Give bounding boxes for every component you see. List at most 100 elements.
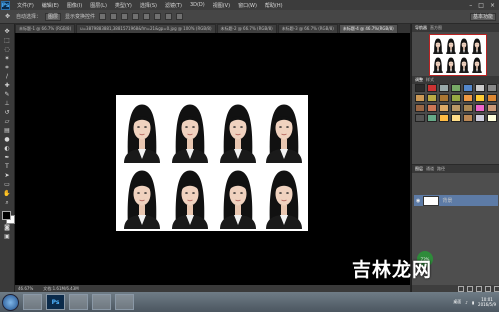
style-swatch[interactable] (451, 94, 461, 102)
screen-mode-icon[interactable]: ▣ (3, 233, 12, 240)
pen-icon[interactable]: ✒ (3, 154, 12, 161)
history-brush-icon[interactable]: ↺ (3, 109, 12, 116)
menu-filter[interactable]: 滤镜(T) (161, 2, 186, 9)
tab-adjustments[interactable]: 调整 (415, 77, 423, 83)
zoom-icon[interactable]: ⌕ (3, 199, 12, 206)
gradient-icon[interactable]: ▤ (3, 127, 12, 134)
style-swatch[interactable] (439, 94, 449, 102)
start-button[interactable] (2, 293, 19, 311)
menu-type[interactable]: 类型(Y) (111, 2, 136, 9)
taskbar-app-other[interactable] (115, 294, 134, 310)
style-swatch[interactable] (415, 84, 425, 92)
eye-icon[interactable]: ◉ (416, 198, 420, 204)
menu-help[interactable]: 帮助(H) (261, 2, 287, 9)
style-swatch[interactable] (439, 84, 449, 92)
style-swatch[interactable] (415, 94, 425, 102)
tab-channels[interactable]: 通道 (426, 166, 434, 172)
tab-histogram[interactable]: 直方图 (430, 25, 442, 31)
tab-doc-4[interactable]: 未标题-3 @ 66.7% (RGB/8) (277, 24, 338, 33)
tray-desktop-label[interactable]: 桌面 (453, 299, 461, 305)
menu-window[interactable]: 窗口(W) (234, 2, 261, 9)
menu-select[interactable]: 选择(S) (136, 2, 161, 9)
align-right-icon[interactable] (154, 13, 162, 20)
style-swatch[interactable] (475, 104, 485, 112)
taskbar-app-photoshop[interactable]: Ps (46, 294, 65, 310)
tab-doc-3[interactable]: 未标题-2 @ 66.7% (RGB/8) (216, 24, 277, 33)
lasso-icon[interactable]: ◌ (3, 46, 12, 53)
tab-doc-2[interactable]: u=3879883881,3881571968&fm=21&gp=0.jpg @… (76, 24, 216, 33)
tab-navigator[interactable]: 导航器 (415, 25, 427, 31)
color-swatches[interactable] (1, 211, 15, 224)
magic-wand-icon[interactable]: ✶ (3, 55, 12, 62)
menu-file[interactable]: 文件(F) (13, 2, 38, 9)
taskbar-app-explorer[interactable] (23, 294, 42, 310)
clone-stamp-icon[interactable]: ⊥ (3, 100, 12, 107)
document-sheet[interactable] (116, 95, 308, 231)
quick-mask-icon[interactable]: ◙ (3, 224, 12, 231)
taskbar-app-folder[interactable] (92, 294, 111, 310)
navigator-preview[interactable] (429, 34, 487, 76)
style-swatch[interactable] (487, 114, 497, 122)
eyedropper-icon[interactable]: ∕ (3, 73, 12, 80)
tab-layers[interactable]: 图层 (415, 166, 423, 172)
tab-styles[interactable]: 样式 (426, 77, 434, 83)
align-bottom-icon[interactable] (121, 13, 129, 20)
style-swatch[interactable] (415, 104, 425, 112)
style-swatch[interactable] (439, 114, 449, 122)
style-swatch[interactable] (463, 114, 473, 122)
style-swatch[interactable] (487, 104, 497, 112)
move-tool-icon[interactable]: ✥ (3, 13, 12, 20)
blur-icon[interactable]: ● (3, 136, 12, 143)
foreground-color-swatch[interactable] (1, 211, 11, 220)
style-swatch[interactable] (427, 84, 437, 92)
layer-row[interactable]: ◉ 背景 (414, 195, 498, 206)
style-swatch[interactable] (451, 114, 461, 122)
type-icon[interactable]: T (3, 163, 12, 170)
auto-select-label[interactable]: 自动选择： (16, 13, 41, 20)
brush-icon[interactable]: ✎ (3, 91, 12, 98)
style-swatch[interactable] (487, 94, 497, 102)
network-icon[interactable]: ▮ (472, 300, 474, 305)
clock[interactable]: 10:01 2016/5/9 (478, 297, 496, 307)
3d-mode-icon[interactable] (176, 13, 184, 20)
style-swatch[interactable] (463, 94, 473, 102)
align-center-icon[interactable] (143, 13, 151, 20)
style-swatch[interactable] (439, 104, 449, 112)
style-swatch[interactable] (427, 114, 437, 122)
style-swatch[interactable] (427, 104, 437, 112)
style-swatch[interactable] (451, 84, 461, 92)
volume-icon[interactable]: ♪ (465, 300, 468, 305)
tab-paths[interactable]: 路径 (437, 166, 445, 172)
style-swatch[interactable] (451, 104, 461, 112)
menu-layer[interactable]: 图层(L) (86, 2, 111, 9)
tab-doc-5[interactable]: 未标题-4 @ 46.7%(RGB/8) (338, 24, 398, 33)
close-button[interactable]: × (490, 2, 495, 9)
taskbar-app-browser[interactable] (69, 294, 88, 310)
style-swatch[interactable] (463, 104, 473, 112)
style-swatch[interactable] (475, 114, 485, 122)
workspace-dropdown[interactable]: 基本功能 (469, 12, 496, 21)
layer-select-dropdown[interactable]: 图层 (45, 12, 62, 21)
marquee-icon[interactable]: ⬚ (3, 37, 12, 44)
hand-icon[interactable]: ✋ (3, 190, 12, 197)
align-top-icon[interactable] (99, 13, 107, 20)
move-icon[interactable]: ✥ (3, 28, 12, 35)
style-swatch[interactable] (427, 94, 437, 102)
style-swatch[interactable] (487, 84, 497, 92)
style-swatch[interactable] (463, 84, 473, 92)
style-swatch[interactable] (475, 84, 485, 92)
distribute-icon[interactable] (165, 13, 173, 20)
align-left-icon[interactable] (132, 13, 140, 20)
eraser-icon[interactable]: ▱ (3, 118, 12, 125)
minimize-button[interactable]: – (469, 2, 472, 9)
path-select-icon[interactable]: ➤ (3, 172, 12, 179)
style-swatch[interactable] (475, 94, 485, 102)
menu-3d[interactable]: 3D(D) (186, 2, 209, 8)
style-swatch[interactable] (415, 114, 425, 122)
menu-view[interactable]: 视图(V) (209, 2, 234, 9)
shape-icon[interactable]: ▭ (3, 181, 12, 188)
align-middle-icon[interactable] (110, 13, 118, 20)
show-transform-checkbox[interactable]: 显示变换控件 (65, 13, 95, 20)
tab-doc-1[interactable]: 未标题-1 @ 66.7% (RGB/8) (15, 24, 76, 33)
healing-brush-icon[interactable]: ✚ (3, 82, 12, 89)
